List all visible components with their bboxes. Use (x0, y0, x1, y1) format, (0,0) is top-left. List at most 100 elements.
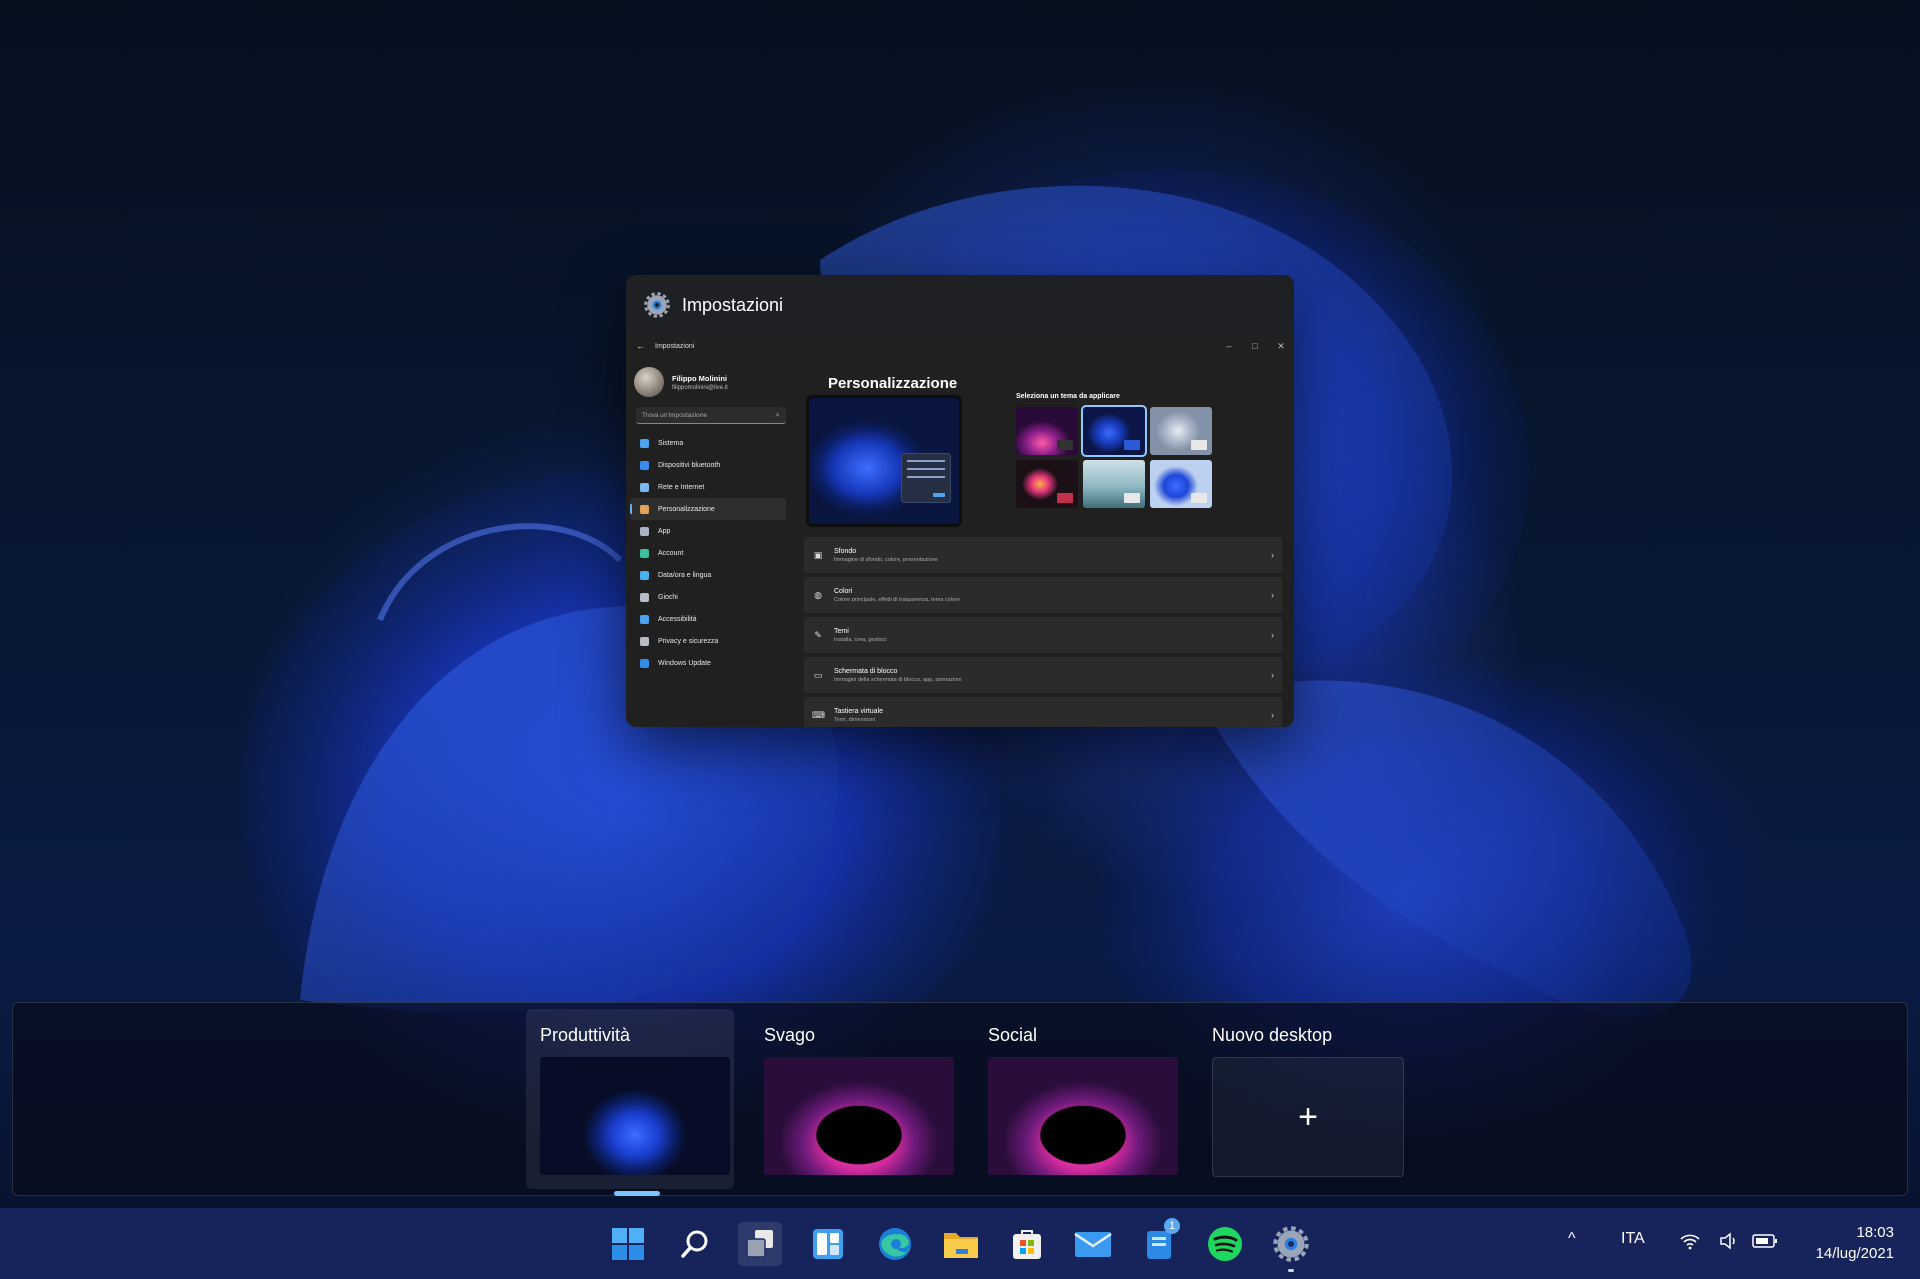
theme-thumb-lake[interactable] (1083, 460, 1145, 508)
file-explorer-button[interactable] (939, 1222, 983, 1266)
settings-rows: ▣ Sfondo Immagine di sfondo, colore, prese… (804, 537, 1282, 727)
sidebar-item-app[interactable]: App (630, 520, 786, 542)
network-icon (640, 482, 649, 492)
sidebar-item-privacy-e-sicurezza[interactable]: Privacy e sicurezza (630, 630, 786, 652)
theme-thumb-purple[interactable] (1016, 407, 1078, 455)
app-titlebar: ← Impostazioni – □ ✕ (626, 335, 1294, 357)
sidebar-item-dispositivi-bluetooth[interactable]: Dispositivi bluetooth (630, 454, 786, 476)
wifi-icon[interactable] (1679, 1232, 1701, 1250)
desktop-tile-social[interactable]: Social (974, 1009, 1182, 1189)
settings-window-preview[interactable]: Impostazioni ← Impostazioni – □ ✕ Filipp… (626, 275, 1294, 727)
row-title: Schermata di blocco (834, 667, 898, 675)
globe-clock-icon (640, 570, 649, 580)
todo-button[interactable]: 1 (1138, 1218, 1182, 1266)
back-arrow-icon[interactable]: ← (636, 341, 645, 351)
settings-search-input[interactable]: Trova un'impostazione ⌕ (636, 407, 786, 424)
minimize-button[interactable]: – (1216, 341, 1242, 352)
chevron-right-icon: › (1271, 590, 1274, 600)
windows-logo-icon (612, 1228, 644, 1260)
battery-icon[interactable] (1752, 1233, 1778, 1249)
settings-row-temi[interactable]: ✎ Temi Installa, crea, gestisci › (804, 617, 1282, 653)
taskbar: 1 ^ ITA 18:03 14/lug/2021 (0, 1208, 1920, 1279)
profile-name: Filippo Molinini (672, 373, 727, 383)
plus-icon: + (1298, 1097, 1318, 1136)
current-desktop-indicator (614, 1191, 660, 1196)
sidebar-item-account[interactable]: Account (630, 542, 786, 564)
settings-row-schermata-di-blocco[interactable]: ▭ Schermata di blocco Immagini della scher… (804, 657, 1282, 693)
close-button[interactable]: ✕ (1268, 341, 1294, 352)
widgets-button[interactable] (806, 1222, 850, 1266)
file-explorer-icon (944, 1233, 978, 1258)
settings-row-tastiera-virtuale[interactable]: ⌨ Tastiera virtuale Temi, dimensioni › (804, 697, 1282, 727)
desktop-tile-svago[interactable]: Svago (750, 1009, 958, 1189)
settings-icon (1273, 1226, 1309, 1262)
sidebar-item-rete-e-internet[interactable]: Rete e Internet (630, 476, 786, 498)
theme-thumb-flower[interactable] (1016, 460, 1078, 508)
preview-header: Impostazioni (626, 275, 1294, 335)
desktop-tile-produttivita[interactable]: Produttività (526, 1009, 734, 1196)
running-indicator (1288, 1269, 1294, 1272)
store-icon (1013, 1230, 1041, 1259)
sidebar-item-windows-update[interactable]: Windows Update (630, 652, 786, 674)
settings-gear-icon (644, 292, 670, 318)
edge-button[interactable] (873, 1222, 917, 1266)
tray-overflow-chevron-icon[interactable]: ^ (1568, 1230, 1576, 1248)
sidebar-item-accessibilit-[interactable]: Accessibilità (630, 608, 786, 630)
sidebar-item-label: Dispositivi bluetooth (658, 461, 721, 469)
sidebar-item-data-ora-e-lingua[interactable]: Data/ora e lingua (630, 564, 786, 586)
sidebar-item-label: App (658, 527, 671, 535)
widgets-icon (813, 1229, 843, 1259)
clock-time: 18:03 (1856, 1224, 1894, 1241)
sidebar-item-personalizzazione[interactable]: Personalizzazione (630, 498, 786, 520)
add-desktop-button[interactable]: + (1212, 1057, 1404, 1177)
chevron-right-icon: › (1271, 670, 1274, 680)
sidebar-item-label: Personalizzazione (658, 505, 715, 513)
settings-button[interactable] (1269, 1222, 1313, 1272)
desktop-label: Nuovo desktop (1212, 1025, 1333, 1045)
chevron-right-icon: › (1271, 710, 1274, 720)
mail-icon (1074, 1232, 1112, 1257)
spotify-button[interactable] (1203, 1222, 1247, 1266)
brush-icon (640, 504, 649, 514)
chevron-right-icon: › (1271, 630, 1274, 640)
settings-sidebar: Filippo Molinini filippomolinini@live.it… (626, 357, 796, 727)
preview-title: Impostazioni (682, 294, 784, 315)
palette-icon: ◍ (814, 589, 822, 600)
clock-date: 14/lug/2021 (1815, 1245, 1894, 1262)
avatar (634, 367, 664, 397)
sidebar-item-label: Sistema (658, 439, 684, 447)
theme-grid (1016, 405, 1216, 508)
window-controls: – □ ✕ (1216, 341, 1294, 352)
desktop-label: Produttività (540, 1025, 631, 1045)
profile-card[interactable]: Filippo Molinini filippomolinini@live.it (626, 357, 796, 403)
desktop-label: Svago (764, 1025, 816, 1045)
settings-row-colori[interactable]: ◍ Colori Colore principale, effetti di tra… (804, 577, 1282, 613)
task-view-button[interactable] (738, 1222, 782, 1266)
sidebar-item-label: Giochi (658, 593, 678, 601)
store-button[interactable] (1005, 1222, 1049, 1266)
start-button[interactable] (606, 1222, 650, 1266)
search-button[interactable] (673, 1222, 717, 1266)
language-indicator[interactable]: ITA (1621, 1230, 1645, 1248)
mail-button[interactable] (1071, 1222, 1115, 1266)
maximize-button[interactable]: □ (1242, 341, 1268, 352)
gamepad-icon (640, 592, 649, 602)
sidebar-item-giochi[interactable]: Giochi (630, 586, 786, 608)
search-icon: ⌕ (775, 410, 780, 419)
pen-icon: ✎ (814, 629, 822, 640)
theme-thumb-bloom-light[interactable] (1150, 407, 1212, 455)
apps-icon (640, 526, 649, 536)
volume-icon[interactable] (1719, 1232, 1739, 1250)
theme-thumb-bloom-dark[interactable] (1081, 405, 1147, 457)
sidebar-item-sistema[interactable]: Sistema (630, 432, 786, 454)
sidebar-item-label: Account (658, 549, 684, 557)
settings-main: Personalizzazione Seleziona un tema da a… (804, 357, 1282, 727)
row-subtitle: Installa, crea, gestisci (834, 636, 887, 643)
clock[interactable]: 18:03 14/lug/2021 (1816, 1222, 1894, 1264)
theme-thumb-bloom-blue[interactable] (1150, 460, 1212, 508)
sidebar-item-label: Windows Update (658, 659, 711, 667)
desktop-thumbnail (988, 1057, 1178, 1175)
new-desktop-tile[interactable]: Nuovo desktop + (1198, 1009, 1406, 1189)
settings-row-sfondo[interactable]: ▣ Sfondo Immagine di sfondo, colore, prese… (804, 537, 1282, 573)
sidebar-item-label: Rete e Internet (658, 483, 705, 491)
